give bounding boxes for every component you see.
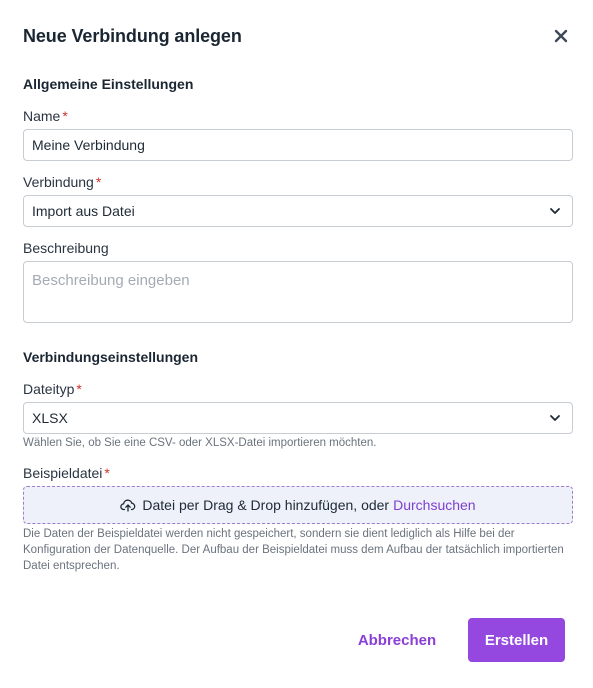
description-label: Beschreibung [23,240,109,256]
sample-file-label-text: Beispieldatei [23,465,103,481]
chevron-down-icon [550,415,560,421]
create-button[interactable]: Erstellen [468,618,565,662]
name-input-value: Meine Verbindung [32,137,145,153]
close-button[interactable] [549,24,573,48]
description-textarea[interactable] [23,261,573,323]
browse-link[interactable]: Durchsuchen [393,497,476,513]
filetype-help-text: Wählen Sie, ob Sie eine CSV- oder XLSX-D… [23,437,377,449]
filetype-label: Dateityp * [23,381,82,397]
file-dropzone[interactable]: Datei per Drag & Drop hinzufügen, oder D… [23,486,573,524]
required-marker: * [62,108,68,124]
dropzone-text: Datei per Drag & Drop hinzufügen, oder [142,497,390,513]
sample-file-help-text: Die Daten der Beispieldatei werden nicht… [23,528,564,572]
general-settings-heading: Allgemeine Einstellungen [23,76,194,92]
cloud-upload-icon [120,499,136,512]
connection-select-value: Import aus Datei [32,203,135,219]
sample-file-label: Beispieldatei * [23,465,110,481]
new-connection-dialog: Neue Verbindung anlegen Allgemeine Einst… [0,0,593,688]
filetype-label-text: Dateityp [23,381,75,397]
name-label: Name * [23,108,68,124]
name-input[interactable]: Meine Verbindung [23,129,573,161]
dialog-title: Neue Verbindung anlegen [23,26,242,46]
cancel-button[interactable]: Abbrechen [346,618,448,662]
filetype-select-value: XLSX [32,410,68,426]
filetype-select[interactable]: XLSX [23,402,573,434]
connection-select[interactable]: Import aus Datei [23,195,573,227]
name-label-text: Name [23,108,61,124]
required-marker: * [104,465,110,481]
connection-label: Verbindung * [23,174,101,190]
connection-settings-heading: Verbindungseinstellungen [23,349,199,365]
close-icon [554,29,568,43]
required-marker: * [76,381,82,397]
required-marker: * [95,174,102,190]
connection-label-text: Verbindung [23,174,94,190]
chevron-down-icon [550,208,560,214]
